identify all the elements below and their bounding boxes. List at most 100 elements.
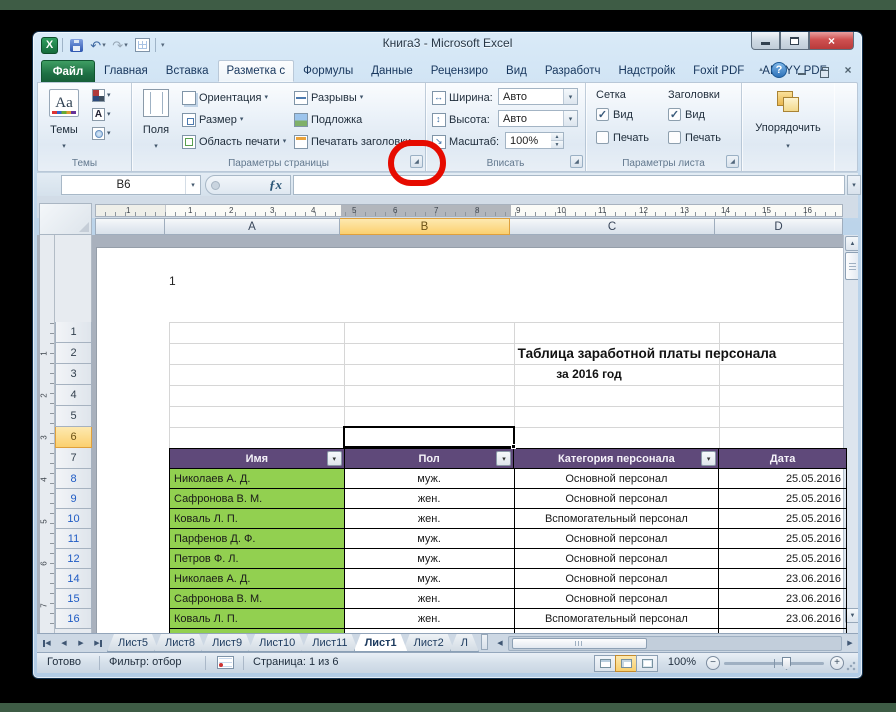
row-header[interactable]: 12 — [55, 549, 92, 569]
width-combobox[interactable]: Авто ▾ — [498, 88, 578, 105]
gridlines-view-option[interactable]: ✓ Вид — [596, 108, 633, 121]
table-header-cell[interactable]: Имя ▾ — [170, 448, 345, 469]
row-header[interactable]: 5 — [55, 406, 92, 427]
select-all-corner[interactable] — [39, 203, 92, 235]
ribbon-tab[interactable]: Главная — [95, 60, 157, 82]
expand-formula-bar-button[interactable]: ▾ — [847, 175, 861, 195]
margins-button[interactable]: Поля ▾ — [136, 86, 176, 152]
table-header-cell[interactable]: Дата — [719, 448, 847, 469]
scale-to-fit-dialog-launcher[interactable]: ◢ — [570, 155, 583, 168]
ribbon-tab[interactable]: Формулы — [294, 60, 362, 82]
sheet-tab[interactable]: Лист10 — [248, 634, 306, 652]
resize-grip[interactable] — [846, 661, 856, 671]
row-header[interactable]: 10 — [55, 509, 92, 529]
column-header[interactable]: D — [715, 218, 843, 235]
normal-view-button[interactable] — [594, 655, 616, 672]
cell-date[interactable]: 23.06.2016 — [719, 609, 847, 629]
formula-input[interactable] — [293, 175, 845, 195]
row-header[interactable]: 7 — [55, 448, 92, 469]
size-button[interactable]: Размер ▾ — [182, 110, 243, 129]
sheet-tab[interactable]: Лист9 — [201, 634, 253, 652]
sheet-title-cell[interactable]: Таблица заработной платы персонала — [491, 343, 803, 364]
checkbox-unchecked-icon[interactable] — [668, 131, 681, 144]
first-sheet-button[interactable]: ◀ — [39, 636, 55, 651]
name-box[interactable]: B6 ▾ — [61, 175, 201, 195]
cell-category[interactable]: Основной персонал — [514, 489, 720, 509]
column-header[interactable]: B — [340, 218, 510, 235]
maximize-button[interactable] — [780, 32, 809, 50]
column-header[interactable]: C — [510, 218, 715, 235]
sheet-options-dialog-launcher[interactable]: ◢ — [726, 155, 739, 168]
insert-function-area[interactable]: ƒx — [205, 175, 291, 195]
print-area-button[interactable]: Область печати ▾ — [182, 132, 286, 151]
sheet-tab[interactable]: Лист8 — [154, 634, 206, 652]
headings-view-option[interactable]: ✓ Вид — [668, 108, 705, 121]
ribbon-tab[interactable]: Данные — [362, 60, 422, 82]
row-header[interactable]: 3 — [55, 364, 92, 385]
cell-name[interactable]: Парфенов Д. Ф. — [170, 529, 345, 549]
zoom-out-button[interactable]: − — [706, 656, 720, 670]
sheet-subtitle-cell[interactable]: за 2016 год — [514, 364, 664, 385]
close-button[interactable]: × — [809, 32, 854, 50]
height-combobox[interactable]: Авто ▾ — [498, 110, 578, 127]
cell-category[interactable]: Вспомогательный персонал — [514, 509, 720, 529]
orientation-button[interactable]: Ориентация ▾ — [182, 88, 268, 107]
page-break-view-button[interactable] — [636, 655, 658, 672]
fill-handle[interactable] — [511, 444, 516, 449]
ribbon-tab[interactable]: Рецензиро — [422, 60, 497, 82]
filter-dropdown-button[interactable]: ▾ — [496, 451, 512, 466]
sheet-tab[interactable]: Л — [450, 634, 479, 652]
filter-dropdown-button[interactable]: ▾ — [701, 451, 717, 466]
cell-category[interactable]: Вспомогательный персонал — [514, 609, 720, 629]
workbook-minimize-button[interactable] — [794, 63, 810, 77]
cell-gender[interactable]: муж. — [344, 469, 515, 489]
headings-print-option[interactable]: Печать — [668, 131, 721, 144]
workbook-restore-button[interactable] — [817, 63, 833, 78]
cell-gender[interactable]: жен. — [344, 489, 515, 509]
ribbon-tab[interactable]: Foxit PDF — [684, 60, 753, 82]
sheet-tab[interactable]: Лист5 — [107, 634, 159, 652]
cell-date[interactable]: 25.05.2016 — [719, 529, 847, 549]
cell-name[interactable]: Коваль Л. П. — [170, 509, 345, 529]
cell-date[interactable]: 25.05.2016 — [719, 509, 847, 529]
sheet-tab[interactable]: Лист1 — [354, 634, 408, 652]
cell-date[interactable]: 25.05.2016 — [719, 469, 847, 489]
cell-gender[interactable]: жен. — [344, 509, 515, 529]
vertical-scroll-thumb[interactable] — [845, 252, 858, 280]
ribbon-tab[interactable]: Разметка с — [217, 60, 295, 82]
cell-gender[interactable]: жен. — [344, 589, 515, 609]
checkbox-checked-icon[interactable]: ✓ — [596, 108, 609, 121]
scale-spinner[interactable]: 100% ▲ ▼ — [505, 132, 564, 149]
page-layout-view-button[interactable] — [615, 655, 637, 672]
filter-dropdown-button[interactable]: ▾ — [326, 451, 342, 466]
ribbon-tab[interactable]: Вид — [497, 60, 536, 82]
cell-date[interactable]: 23.06.2016 — [719, 569, 847, 589]
cell-category[interactable]: Основной персонал — [514, 569, 720, 589]
zoom-level[interactable]: 100% — [668, 656, 696, 668]
tab-splitter[interactable] — [480, 634, 488, 650]
cell-gender[interactable]: жен. — [344, 609, 515, 629]
cell-category[interactable]: Основной персонал — [514, 589, 720, 609]
cell-gender[interactable]: муж. — [344, 529, 515, 549]
row-header[interactable]: 16 — [55, 609, 92, 629]
row-header[interactable]: 15 — [55, 589, 92, 609]
cell-name[interactable]: Петров Ф. Л. — [170, 549, 345, 569]
horizontal-scrollbar[interactable]: ◀ ▶ — [492, 634, 858, 652]
macro-record-icon[interactable] — [217, 656, 234, 669]
theme-effects-button[interactable]: ▾ — [90, 125, 113, 142]
zoom-slider-thumb[interactable] — [782, 657, 791, 670]
cell-name[interactable]: Николаев А. Д. — [170, 569, 345, 589]
breaks-button[interactable]: Разрывы ▾ — [294, 88, 363, 107]
ribbon-tab[interactable]: Вставка — [157, 60, 218, 82]
ribbon-tab[interactable]: Разработч — [536, 60, 610, 82]
last-sheet-button[interactable]: ▶ — [90, 636, 106, 651]
column-header[interactable]: A — [165, 218, 340, 235]
cell-category[interactable]: Основной персонал — [514, 549, 720, 569]
row-header[interactable]: 14 — [55, 569, 92, 589]
next-sheet-button[interactable]: ▶ — [73, 636, 89, 651]
arrange-button[interactable]: Упорядочить ▾ — [748, 86, 828, 152]
table-header-cell[interactable]: Пол ▾ — [344, 448, 515, 469]
help-button[interactable]: ? — [771, 62, 787, 78]
row-header[interactable]: 8 — [55, 469, 92, 489]
zoom-in-button[interactable]: + — [830, 656, 844, 670]
